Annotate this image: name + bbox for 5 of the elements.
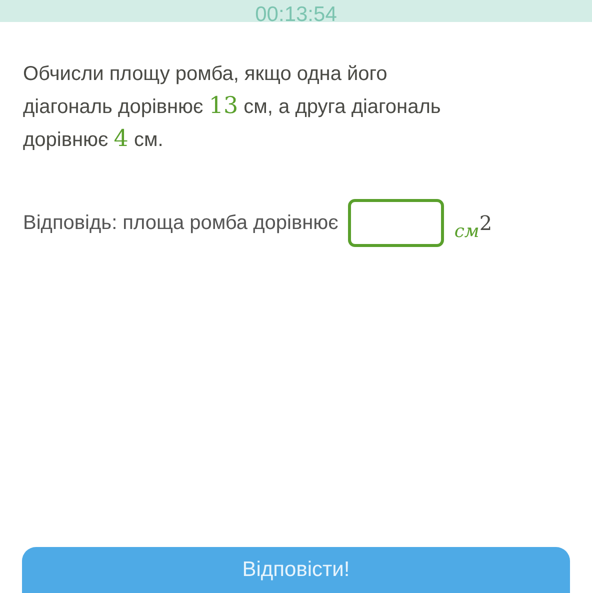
timer-text: 00:13:54 (255, 4, 337, 22)
answer-label: Відповідь: площа ромба дорівнює (23, 212, 338, 234)
submit-button[interactable]: Відповісти! (22, 547, 570, 593)
question-text: Обчисли площу ромба, якщо одна його діагональ дорівнює 13 см, а друга діагональ дорівнює 4 см. (23, 62, 442, 154)
answer-field[interactable] (348, 199, 444, 247)
